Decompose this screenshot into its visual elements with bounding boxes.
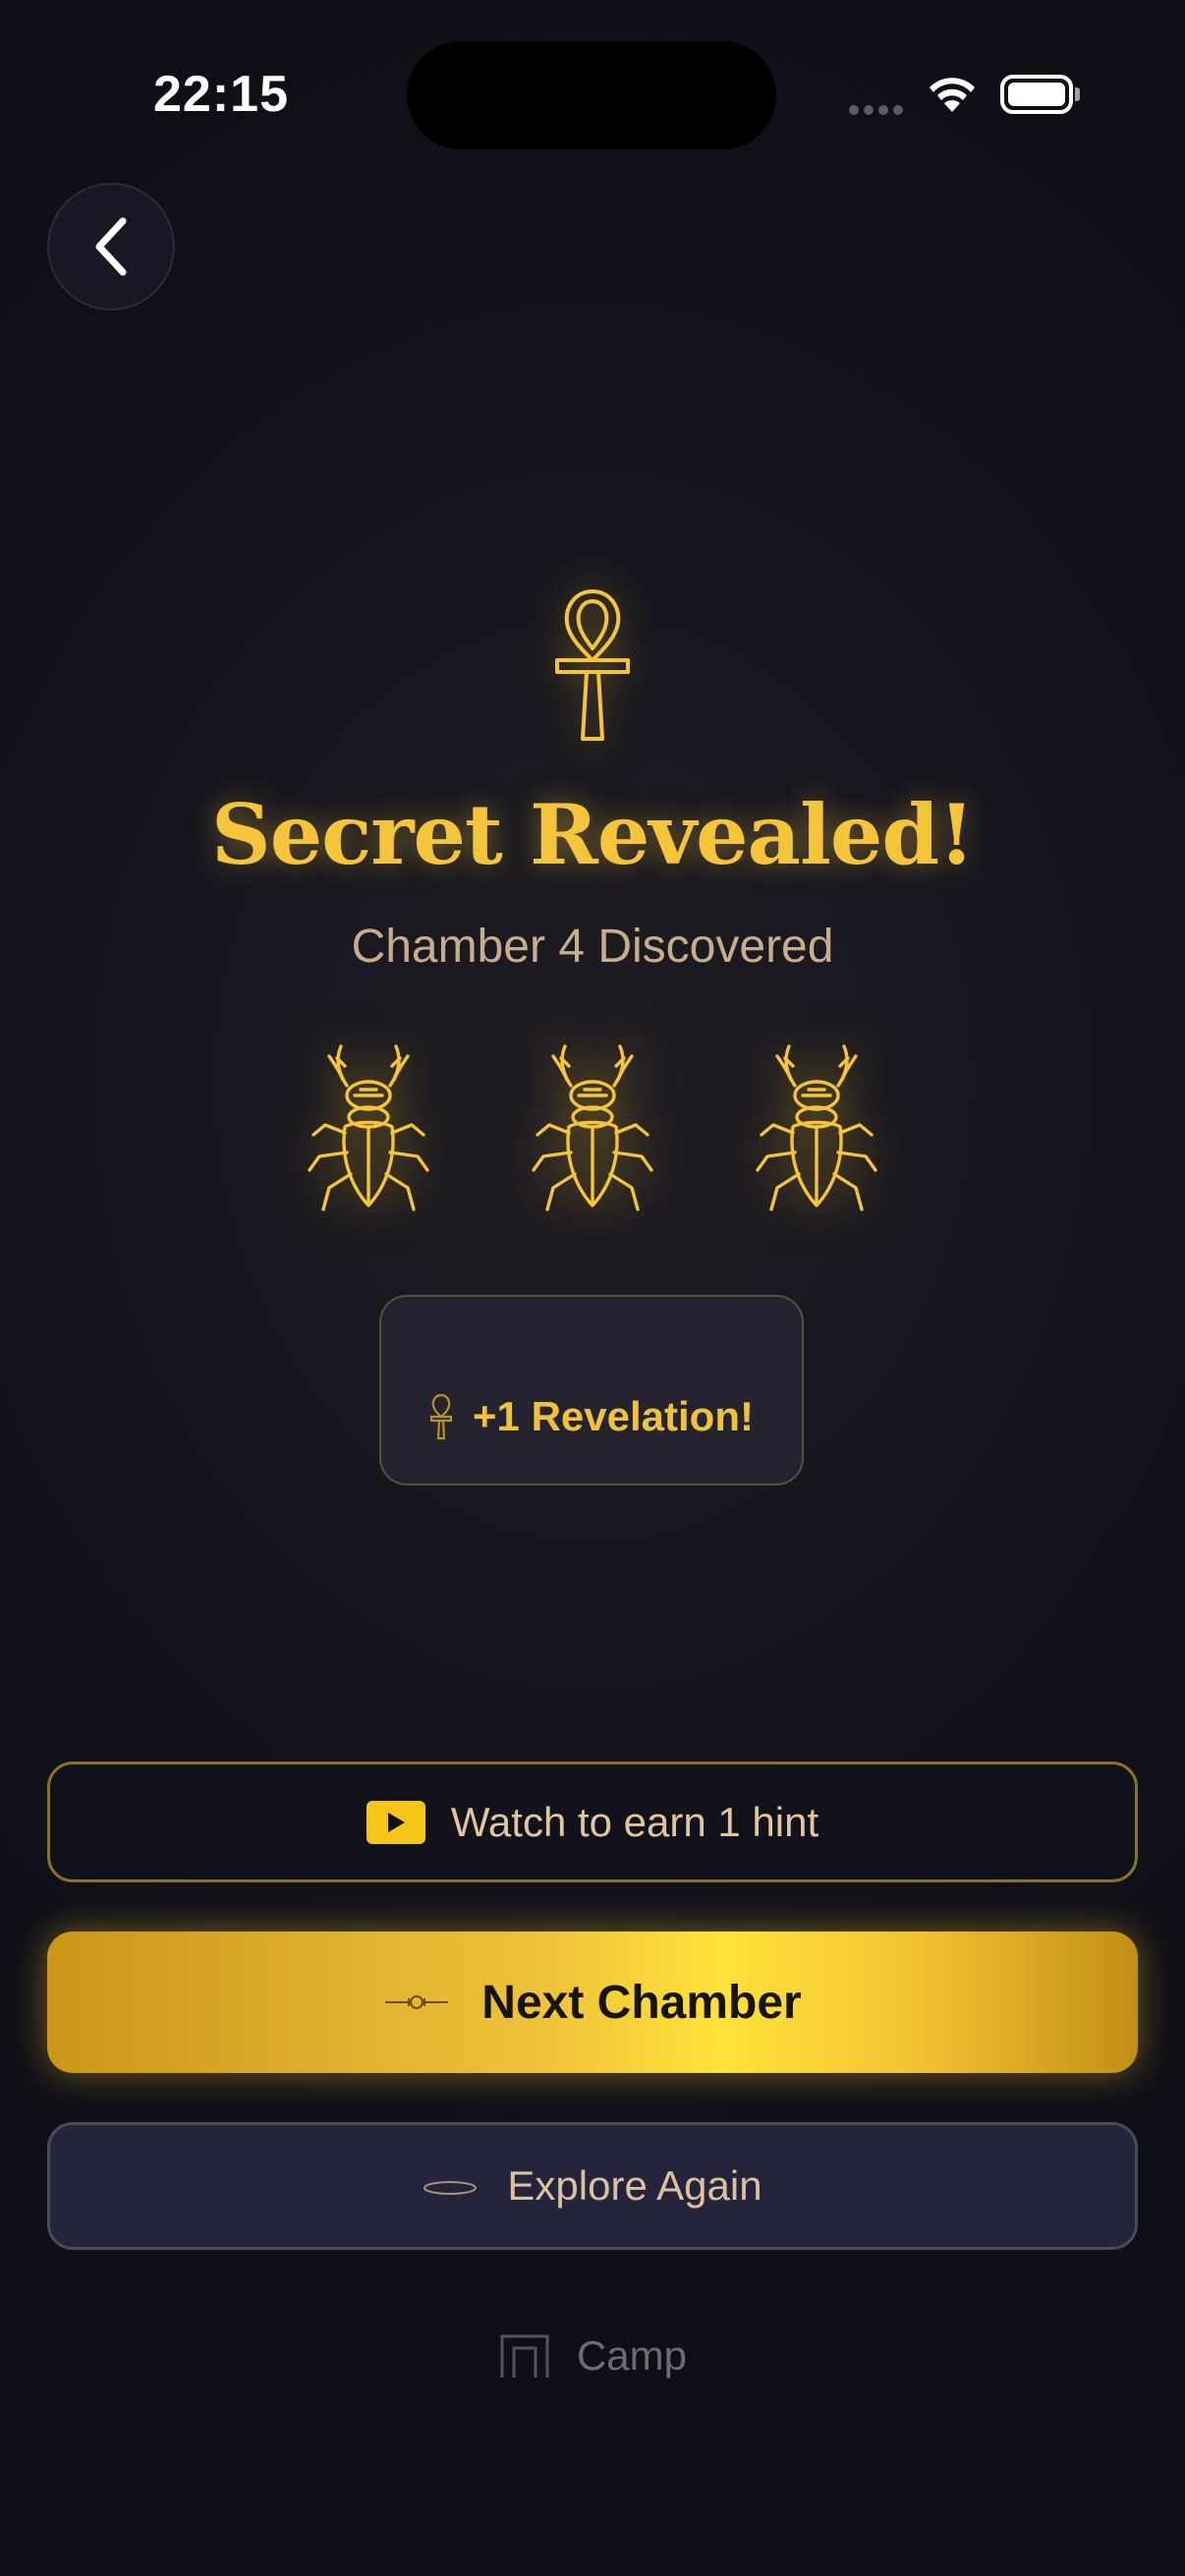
chamber-subtitle: Chamber 4 Discovered xyxy=(351,921,834,973)
next-chamber-button[interactable]: Next Chamber xyxy=(47,1932,1138,2073)
cellular-signal-icon xyxy=(849,102,908,120)
reward-label: +1 Revelation! xyxy=(473,1393,754,1439)
ankh-small-icon xyxy=(429,1393,453,1440)
ankh-icon xyxy=(553,586,632,748)
play-icon xyxy=(366,1800,425,1844)
explore-again-button[interactable]: Explore Again xyxy=(47,2122,1138,2250)
disc-icon xyxy=(423,2181,478,2195)
camp-label: Camp xyxy=(576,2332,688,2379)
battery-tip xyxy=(1075,87,1080,101)
next-chamber-label: Next Chamber xyxy=(481,1976,802,2029)
status-time: 22:15 xyxy=(153,66,289,123)
sword-icon xyxy=(385,1995,449,2009)
dynamic-island xyxy=(407,41,776,149)
camp-link[interactable]: Camp xyxy=(0,2332,1185,2380)
back-button[interactable] xyxy=(47,183,175,310)
scarab-icon xyxy=(524,1032,661,1228)
reward-badge: +1 Revelation! xyxy=(379,1295,804,1485)
battery-icon xyxy=(1000,75,1073,114)
scarab-icon xyxy=(300,1032,437,1228)
camp-icon xyxy=(500,2334,549,2378)
wifi-icon xyxy=(924,71,981,119)
explore-again-label: Explore Again xyxy=(507,2162,762,2209)
watch-hint-label: Watch to earn 1 hint xyxy=(450,1798,819,1845)
page-title: Secret Revealed! xyxy=(211,786,975,883)
scarab-icon xyxy=(748,1032,885,1228)
watch-hint-button[interactable]: Watch to earn 1 hint xyxy=(47,1762,1138,1882)
chevron-left-icon xyxy=(95,217,127,276)
